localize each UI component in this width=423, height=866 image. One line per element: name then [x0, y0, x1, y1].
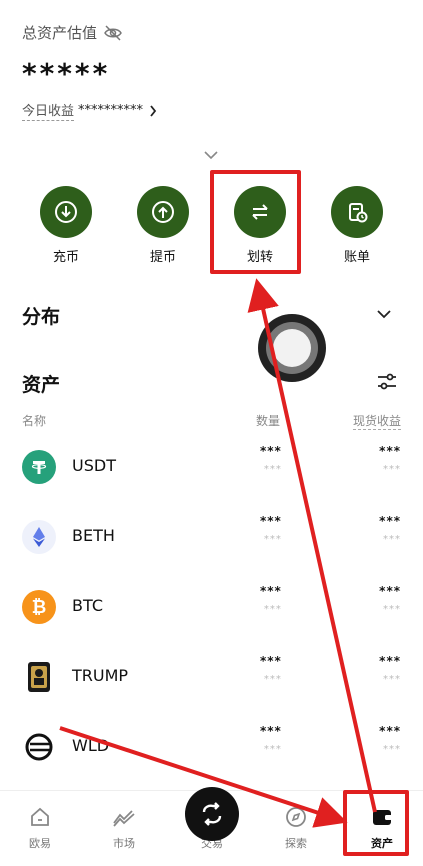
asset-name: USDT — [72, 456, 116, 475]
trade-icon — [202, 802, 222, 826]
trump-icon — [22, 660, 56, 694]
withdraw-icon-circle — [137, 186, 189, 238]
filter-sliders-icon[interactable] — [376, 372, 398, 392]
total-asset-value: ***** — [22, 57, 111, 90]
asset-pnl-sub: *** — [383, 674, 401, 685]
floating-ball-ring — [266, 322, 318, 374]
asset-quantity-sub: *** — [263, 534, 282, 545]
nav-market[interactable]: 市场 — [94, 805, 154, 851]
floating-assistive-ball[interactable] — [258, 314, 326, 382]
asset-name: WLD — [72, 736, 110, 755]
asset-quantity: *** *** — [260, 444, 282, 475]
asset-row-beth[interactable]: BETH *** *** *** *** — [22, 512, 401, 562]
asset-quantity-sub: *** — [263, 464, 282, 475]
deposit-button[interactable]: 充币 — [26, 186, 106, 265]
asset-pnl-sub: *** — [383, 534, 401, 545]
chevron-right-icon — [150, 104, 157, 117]
btc-glyph: ₿ — [31, 596, 47, 618]
column-name: 名称 — [22, 414, 47, 428]
asset-pnl-value: *** — [379, 514, 401, 528]
nav-home-label: 欧易 — [29, 837, 51, 850]
asset-row-btc[interactable]: ₿ BTC *** *** *** *** — [22, 582, 401, 632]
asset-pnl-sub: *** — [383, 744, 401, 755]
deposit-icon-circle — [40, 186, 92, 238]
deposit-icon — [55, 201, 77, 223]
explore-icon — [286, 807, 306, 827]
nav-explore-label: 探索 — [285, 837, 307, 850]
today-earnings-label: 今日收益 — [22, 100, 75, 121]
asset-quantity-value: *** — [260, 724, 282, 738]
asset-quantity-value: *** — [260, 654, 282, 668]
trade-button[interactable] — [185, 787, 239, 841]
bill-label: 账单 — [343, 250, 370, 265]
asset-pnl-value: *** — [379, 654, 401, 668]
wld-icon — [22, 730, 56, 764]
asset-quantity: *** *** — [260, 724, 282, 755]
today-earnings-row[interactable]: 今日收益 ********** — [22, 100, 157, 121]
asset-quantity-value: *** — [260, 514, 282, 528]
asset-quantity-value: *** — [260, 444, 282, 458]
asset-name: BETH — [72, 526, 115, 545]
bill-icon — [349, 203, 368, 223]
asset-quantity: *** *** — [260, 514, 282, 545]
chevron-down-icon[interactable] — [203, 150, 219, 160]
usdt-icon — [22, 450, 56, 484]
deposit-label: 充币 — [52, 250, 79, 265]
home-icon — [31, 807, 49, 826]
asset-pnl: *** *** — [379, 654, 401, 685]
asset-quantity-sub: *** — [263, 674, 282, 685]
assets-highlight-box — [343, 790, 409, 856]
asset-pnl: *** *** — [379, 724, 401, 755]
asset-table-header: 名称 数量 现货收益 — [22, 412, 401, 430]
nav-market-label: 市场 — [113, 837, 135, 850]
column-quantity: 数量 — [256, 414, 281, 428]
asset-pnl: *** *** — [379, 444, 401, 475]
btc-icon: ₿ — [22, 590, 56, 624]
asset-pnl-value: *** — [379, 724, 401, 738]
withdraw-button[interactable]: 提币 — [123, 186, 203, 265]
bill-button[interactable]: 账单 — [317, 186, 397, 265]
today-earnings-value: ********** — [78, 103, 144, 118]
asset-name: TRUMP — [72, 666, 129, 685]
nav-home[interactable]: 欧易 — [10, 805, 70, 851]
nav-explore[interactable]: 探索 — [266, 805, 326, 851]
nav-trade[interactable]: 交易 — [182, 787, 242, 851]
asset-pnl-value: *** — [379, 584, 401, 598]
asset-quantity-sub: *** — [263, 744, 282, 755]
asset-name: BTC — [72, 596, 103, 615]
asset-pnl-value: *** — [379, 444, 401, 458]
asset-quantity: *** *** — [260, 584, 282, 615]
floating-ball-inner — [273, 329, 311, 367]
asset-row-wld[interactable]: WLD *** *** *** *** — [22, 722, 401, 772]
beth-icon — [22, 520, 56, 554]
asset-quantity-sub: *** — [263, 604, 282, 615]
assets-title: 资产 — [22, 374, 61, 396]
asset-quantity: *** *** — [260, 654, 282, 685]
total-asset-label: 总资产估值 — [22, 24, 98, 42]
asset-pnl-sub: *** — [383, 604, 401, 615]
distribution-chevron-down-icon[interactable] — [376, 309, 392, 319]
asset-row-usdt[interactable]: USDT *** *** *** *** — [22, 442, 401, 492]
withdraw-icon — [152, 201, 174, 223]
withdraw-label: 提币 — [149, 250, 176, 265]
asset-pnl-sub: *** — [383, 464, 401, 475]
asset-pnl: *** *** — [379, 514, 401, 545]
asset-row-trump[interactable]: TRUMP *** *** *** *** — [22, 652, 401, 702]
column-spot-pnl[interactable]: 现货收益 — [352, 412, 401, 430]
eye-off-icon[interactable] — [103, 24, 123, 41]
header: 总资产估值 ***** 今日收益 ********** — [22, 22, 401, 121]
distribution-title: 分布 — [22, 306, 61, 328]
asset-pnl: *** *** — [379, 584, 401, 615]
asset-quantity-value: *** — [260, 584, 282, 598]
transfer-highlight-box — [210, 170, 301, 274]
total-asset-label-row: 总资产估值 — [22, 22, 401, 43]
market-icon — [113, 810, 135, 827]
bill-icon-circle — [331, 186, 383, 238]
